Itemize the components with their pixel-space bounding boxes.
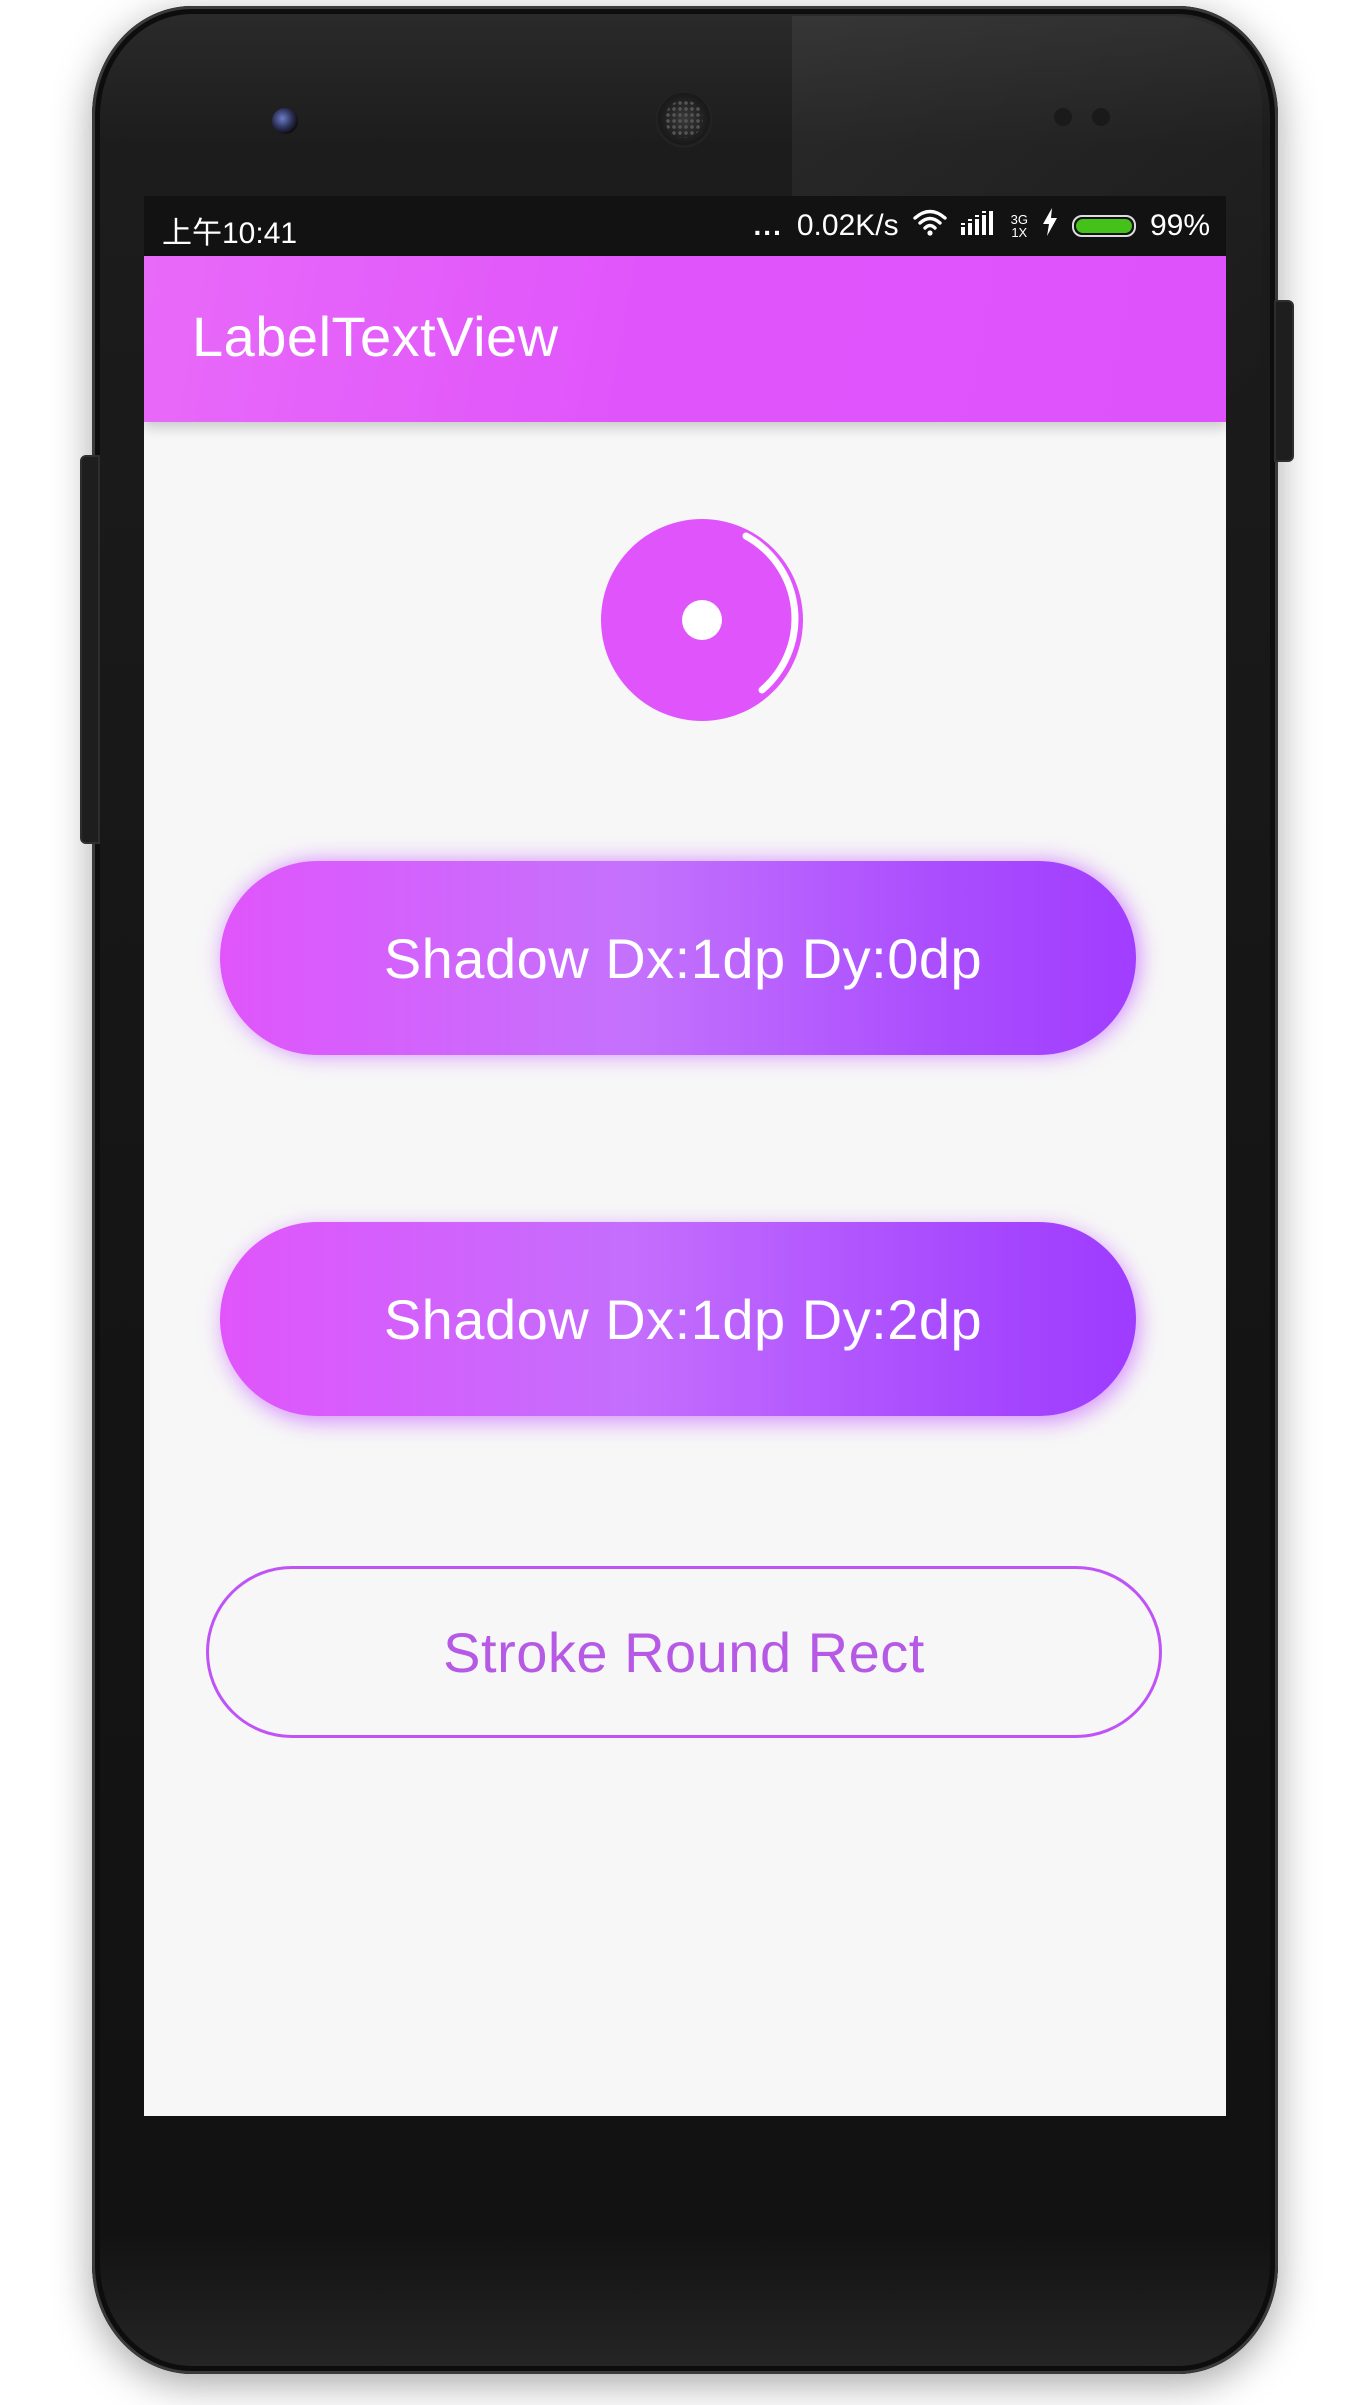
- app-title: LabelTextView: [192, 305, 559, 368]
- battery-percent: 99%: [1149, 209, 1210, 242]
- shadow-dy2-button[interactable]: Shadow Dx:1dp Dy:2dp: [220, 1222, 1136, 1416]
- battery-fill: [1075, 219, 1132, 233]
- light-sensor: [1092, 108, 1110, 126]
- earpiece-speaker: [655, 90, 713, 148]
- status-time: 上午10:41: [162, 217, 298, 250]
- status-bar: 上午10:41 ... 0.02K/s 3G 1X 99%: [144, 196, 1226, 256]
- front-camera: [272, 108, 298, 134]
- volume-button: [80, 455, 100, 844]
- wifi-icon: [912, 208, 947, 244]
- power-button: [1274, 300, 1294, 462]
- shadow-dy2-label: Shadow Dx:1dp Dy:2dp: [383, 1287, 983, 1351]
- status-right-group: ... 0.02K/s 3G 1X 99%: [754, 206, 1210, 246]
- network-type: 3G 1X: [1011, 213, 1028, 239]
- battery-icon: [1071, 215, 1136, 237]
- signal-bars-icon: [960, 209, 997, 243]
- network-type-bottom: 1X: [1011, 225, 1028, 240]
- shadow-dy0-label: Shadow Dx:1dp Dy:0dp: [383, 926, 983, 990]
- app-bar: LabelTextView: [144, 256, 1226, 422]
- more-notifications-icon: ...: [753, 210, 783, 241]
- screen: 上午10:41 ... 0.02K/s 3G 1X 99% LabelTextV…: [144, 196, 1226, 2116]
- network-speed: 0.02K/s: [796, 209, 899, 242]
- shadow-dy0-button[interactable]: Shadow Dx:1dp Dy:0dp: [220, 861, 1136, 1055]
- disc-logo-icon: [601, 519, 803, 721]
- stroke-round-rect-button[interactable]: Stroke Round Rect: [206, 1566, 1162, 1738]
- stroke-round-rect-label: Stroke Round Rect: [443, 1620, 925, 1684]
- proximity-sensor: [1054, 108, 1072, 126]
- lightning-icon: [1042, 208, 1058, 244]
